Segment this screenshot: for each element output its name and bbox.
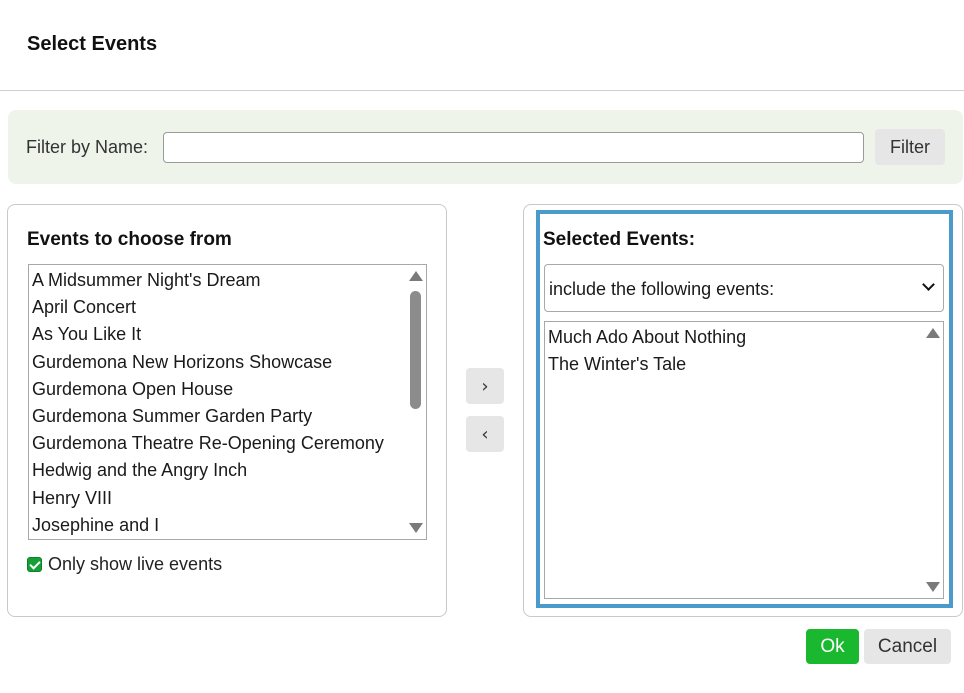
ok-button[interactable]: Ok bbox=[806, 629, 859, 664]
available-events-panel: Events to choose from A Midsummer Night'… bbox=[7, 204, 447, 617]
selection-mode-value: include the following events: bbox=[549, 279, 775, 299]
list-item[interactable]: April Concert bbox=[31, 294, 406, 321]
scroll-up-arrow-icon[interactable] bbox=[409, 271, 423, 281]
filter-button[interactable]: Filter bbox=[875, 129, 945, 165]
filter-input[interactable] bbox=[163, 132, 864, 163]
live-events-checkbox-label[interactable]: Only show live events bbox=[48, 554, 222, 575]
list-item[interactable]: As You Like It bbox=[31, 321, 406, 348]
list-item[interactable]: Hedwig and the Angry Inch bbox=[31, 457, 406, 484]
list-item[interactable]: The Winter's Tale bbox=[547, 351, 923, 378]
filter-bar: Filter by Name: Filter bbox=[8, 110, 963, 184]
cancel-button[interactable]: Cancel bbox=[864, 629, 951, 664]
scroll-down-arrow-icon[interactable] bbox=[926, 582, 940, 592]
list-item[interactable]: Henry VIII bbox=[31, 485, 406, 512]
title-divider bbox=[0, 90, 964, 91]
selected-events-panel: Selected Events: include the following e… bbox=[523, 204, 963, 617]
available-events-list[interactable]: A Midsummer Night's Dream April Concert … bbox=[28, 264, 427, 540]
chevron-down-icon bbox=[922, 278, 935, 291]
list-item[interactable]: Gurdemona Theatre Re-Opening Ceremony bbox=[31, 430, 406, 457]
list-item[interactable]: Much Ado About Nothing bbox=[547, 324, 923, 351]
list-item[interactable]: Gurdemona Open House bbox=[31, 376, 406, 403]
scroll-up-arrow-icon[interactable] bbox=[926, 328, 940, 338]
scroll-down-arrow-icon[interactable] bbox=[409, 523, 423, 533]
selected-events-list[interactable]: Much Ado About Nothing The Winter's Tale bbox=[544, 321, 944, 599]
move-right-button[interactable]: › bbox=[466, 368, 504, 404]
list-item[interactable]: Gurdemona New Horizons Showcase bbox=[31, 349, 406, 376]
live-events-checkbox[interactable] bbox=[27, 557, 42, 572]
list-item[interactable]: Gurdemona Summer Garden Party bbox=[31, 403, 406, 430]
live-events-checkbox-row[interactable]: Only show live events bbox=[27, 554, 222, 575]
dialog-title: Select Events bbox=[27, 33, 158, 55]
selected-list-scrollbar[interactable] bbox=[923, 322, 943, 598]
filter-label: Filter by Name: bbox=[26, 137, 149, 157]
list-item[interactable]: Josephine and I bbox=[31, 512, 406, 539]
selection-mode-select[interactable]: include the following events: bbox=[544, 264, 944, 312]
available-list-scrollbar[interactable] bbox=[406, 265, 426, 539]
selected-events-heading: Selected Events: bbox=[543, 229, 696, 250]
move-left-button[interactable]: ‹ bbox=[466, 416, 504, 452]
scroll-thumb[interactable] bbox=[410, 291, 421, 409]
list-item[interactable]: A Midsummer Night's Dream bbox=[31, 267, 406, 294]
available-events-heading: Events to choose from bbox=[27, 229, 232, 250]
